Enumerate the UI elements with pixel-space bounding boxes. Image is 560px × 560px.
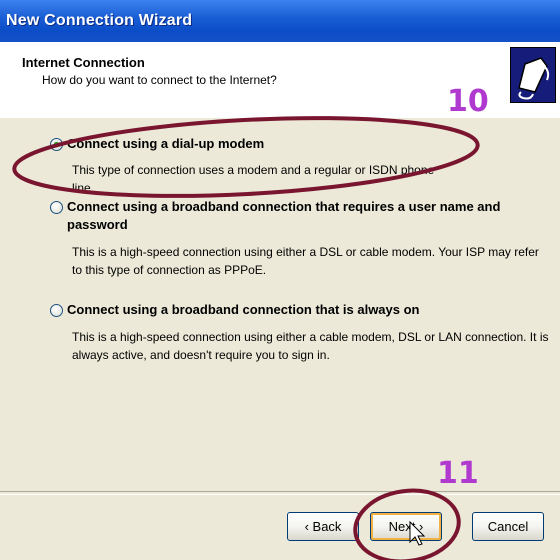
broadband-pppoe-label-2: password — [67, 217, 128, 232]
page-title: Internet Connection — [22, 55, 145, 70]
option-broadband-always-on[interactable]: Connect using a broadband connection tha… — [50, 302, 548, 366]
dialup-description: This type of connection uses a modem and… — [72, 163, 435, 195]
option-dialup[interactable]: Connect using a dial-up modem This type … — [50, 136, 450, 195]
window-title: New Connection Wizard — [6, 12, 193, 29]
broadband-always-on-label: Connect using a broadband connection tha… — [67, 302, 420, 317]
phone-plug-icon — [510, 47, 556, 103]
broadband-pppoe-description-1: This is a high-speed connection using ei… — [72, 245, 539, 259]
title-bar: New Connection Wizard — [0, 0, 560, 43]
next-button[interactable]: Next › — [370, 512, 442, 541]
broadband-pppoe-description-2: to this type of connection as PPPoE. — [72, 263, 267, 277]
broadband-always-on-description-2: always active, and doesn't require you t… — [72, 348, 330, 362]
broadband-pppoe-label-1: Connect using a broadband connection tha… — [67, 199, 501, 214]
option-broadband-pppoe[interactable]: Connect using a broadband connection tha… — [50, 199, 539, 281]
broadband-always-on-radio[interactable] — [50, 304, 63, 317]
dialup-radio[interactable] — [50, 138, 63, 151]
dialup-label: Connect using a dial-up modem — [67, 136, 265, 151]
broadband-always-on-description-1: This is a high-speed connection using ei… — [72, 330, 549, 344]
broadband-pppoe-radio[interactable] — [50, 201, 63, 214]
page-subtitle: How do you want to connect to the Intern… — [42, 73, 277, 87]
footer-divider — [0, 491, 560, 495]
cancel-button[interactable]: Cancel — [472, 512, 544, 541]
annotation-step-10: 10 — [447, 84, 489, 119]
back-button[interactable]: ‹ Back — [287, 512, 359, 541]
annotation-step-11: 11 — [437, 456, 479, 491]
